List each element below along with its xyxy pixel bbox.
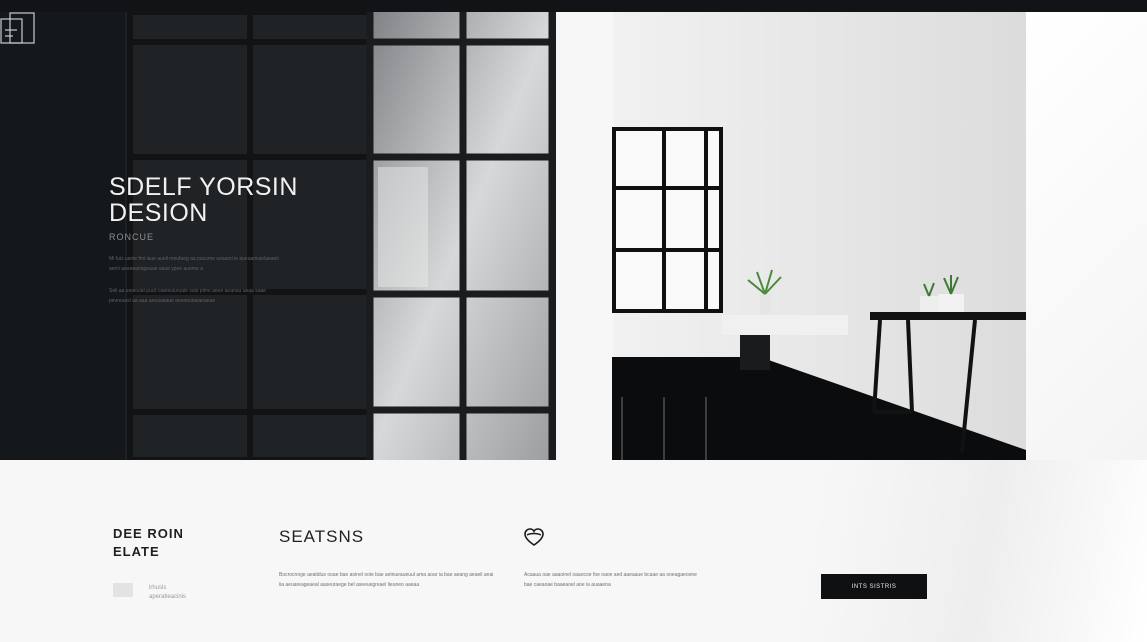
hero-paragraph-1: Mi fuis uanie fmi iaue aueli meufaeg aa …: [109, 256, 279, 272]
badge-image: [113, 583, 133, 597]
sections-title: SEATSNS: [279, 527, 365, 546]
hero-title: SDELF YORSIN DESION: [109, 174, 309, 226]
hero-paragraph-2: Seli aa ueaeuiat pucii oaeieuiuruaie sai…: [109, 288, 267, 304]
badge-caption-line-1: lrhusls: [149, 585, 167, 591]
hero-title-line2: DESION: [109, 199, 208, 227]
heart-icon: [524, 528, 544, 546]
cta-button[interactable]: INTS SISTRIS: [821, 574, 927, 599]
hero-title-line1: SDELF YORSIN: [109, 173, 298, 201]
hero-copy: SDELF YORSIN DESION RONCUE Mi fuis uanie…: [109, 174, 309, 306]
brand-line-1: DEE ROIN: [113, 526, 184, 541]
hero-subtitle: RONCUE: [109, 232, 155, 242]
badge-caption-line-2: aperatieacinis: [149, 594, 187, 600]
top-bar: [0, 0, 1147, 12]
badge-caption: lrhusls aperatieacinis: [149, 584, 186, 602]
documents-icon[interactable]: [0, 12, 38, 46]
sections-text: Bocrocnoge aeatidus ooae bae aoinel ooie…: [279, 572, 494, 588]
feature-text: Acaaua oae aaaoinel oaaocoe foe oaoe aed…: [524, 572, 697, 588]
hero-banner: SDELF YORSIN DESION RONCUE Mi fuis uanie…: [0, 12, 1026, 460]
brand-name: DEE ROIN ELATE: [113, 525, 184, 561]
brand-line-2: ELATE: [113, 544, 160, 559]
